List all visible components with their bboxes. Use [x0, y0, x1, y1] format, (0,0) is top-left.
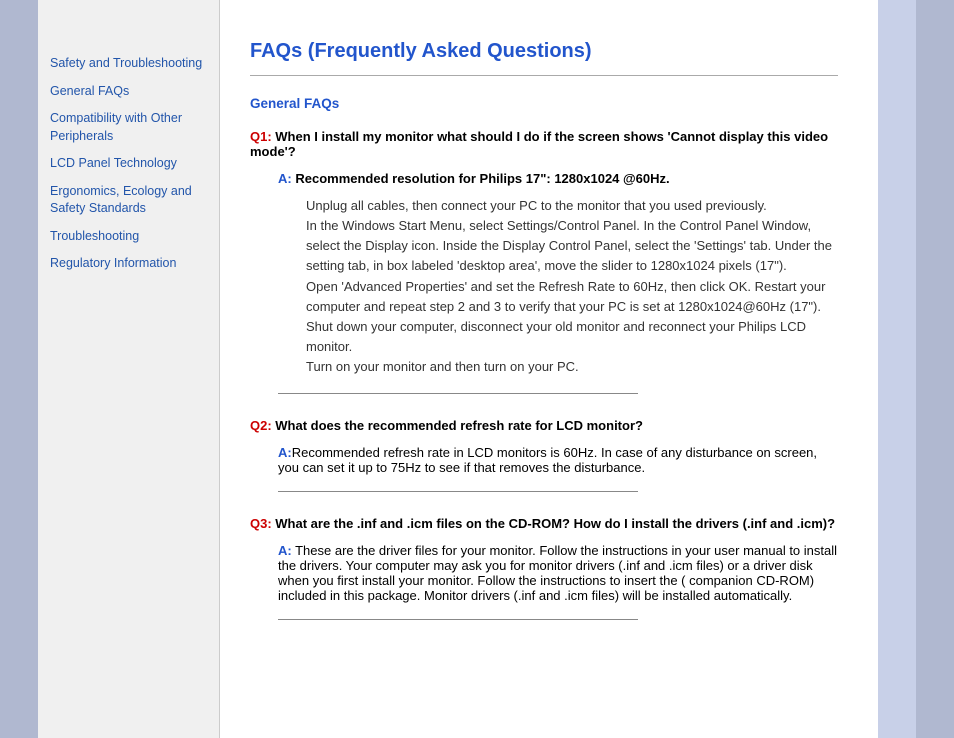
- q2-a-label: A:: [278, 445, 292, 460]
- answer-line-q3: A: These are the driver files for your m…: [278, 543, 838, 603]
- question-q2: Q2: What does the recommended refresh ra…: [250, 418, 838, 433]
- q3-text: What are the .inf and .icm files on the …: [272, 516, 835, 531]
- title-divider: [250, 75, 838, 76]
- q3-a-label: A:: [278, 543, 292, 558]
- sidebar-item-troubleshooting[interactable]: Troubleshooting: [50, 228, 207, 246]
- qa-block-q1: Q1: When I install my monitor what shoul…: [250, 129, 838, 394]
- q1-divider: [278, 393, 638, 394]
- answer-block-q2: A:Recommended refresh rate in LCD monito…: [250, 445, 838, 475]
- q1-text: When I install my monitor what should I …: [250, 129, 828, 159]
- sidebar: Safety and Troubleshooting General FAQs …: [38, 0, 220, 738]
- sidebar-item-ergonomics[interactable]: Ergonomics, Ecology and Safety Standards: [50, 183, 207, 218]
- question-q1: Q1: When I install my monitor what shoul…: [250, 129, 838, 159]
- q1-label: Q1:: [250, 129, 272, 144]
- main-content: FAQs (Frequently Asked Questions) Genera…: [220, 0, 878, 738]
- sidebar-item-lcd-panel[interactable]: LCD Panel Technology: [50, 155, 207, 173]
- question-q3: Q3: What are the .inf and .icm files on …: [250, 516, 838, 531]
- q3-divider: [278, 619, 638, 620]
- far-right-border: [916, 0, 954, 738]
- right-border: [878, 0, 916, 738]
- answer-block-q3: A: These are the driver files for your m…: [250, 543, 838, 603]
- answer-block-q1: A: Recommended resolution for Philips 17…: [250, 171, 838, 377]
- left-border: [0, 0, 38, 738]
- qa-block-q3: Q3: What are the .inf and .icm files on …: [250, 516, 838, 620]
- q3-answer-detail: These are the driver files for your moni…: [278, 543, 837, 603]
- answer-line-q1: A: Recommended resolution for Philips 17…: [278, 171, 838, 186]
- q2-text: What does the recommended refresh rate f…: [272, 418, 643, 433]
- page-title: FAQs (Frequently Asked Questions): [250, 40, 838, 63]
- q1-answer-detail: Unplug all cables, then connect your PC …: [278, 196, 838, 377]
- sidebar-item-compatibility[interactable]: Compatibility with Other Peripherals: [50, 110, 207, 145]
- q1-a-label: A:: [278, 171, 292, 186]
- q3-label: Q3:: [250, 516, 272, 531]
- q2-divider: [278, 491, 638, 492]
- sidebar-item-safety[interactable]: Safety and Troubleshooting: [50, 55, 207, 73]
- sidebar-item-regulatory[interactable]: Regulatory Information: [50, 255, 207, 273]
- q1-answer-bold: Recommended resolution for Philips 17": …: [295, 171, 669, 186]
- section-heading: General FAQs: [250, 96, 838, 111]
- q2-label: Q2:: [250, 418, 272, 433]
- sidebar-item-general-faqs[interactable]: General FAQs: [50, 83, 207, 101]
- qa-block-q2: Q2: What does the recommended refresh ra…: [250, 418, 838, 492]
- answer-line-q2: A:Recommended refresh rate in LCD monito…: [278, 445, 838, 475]
- q2-answer-detail: Recommended refresh rate in LCD monitors…: [278, 445, 817, 475]
